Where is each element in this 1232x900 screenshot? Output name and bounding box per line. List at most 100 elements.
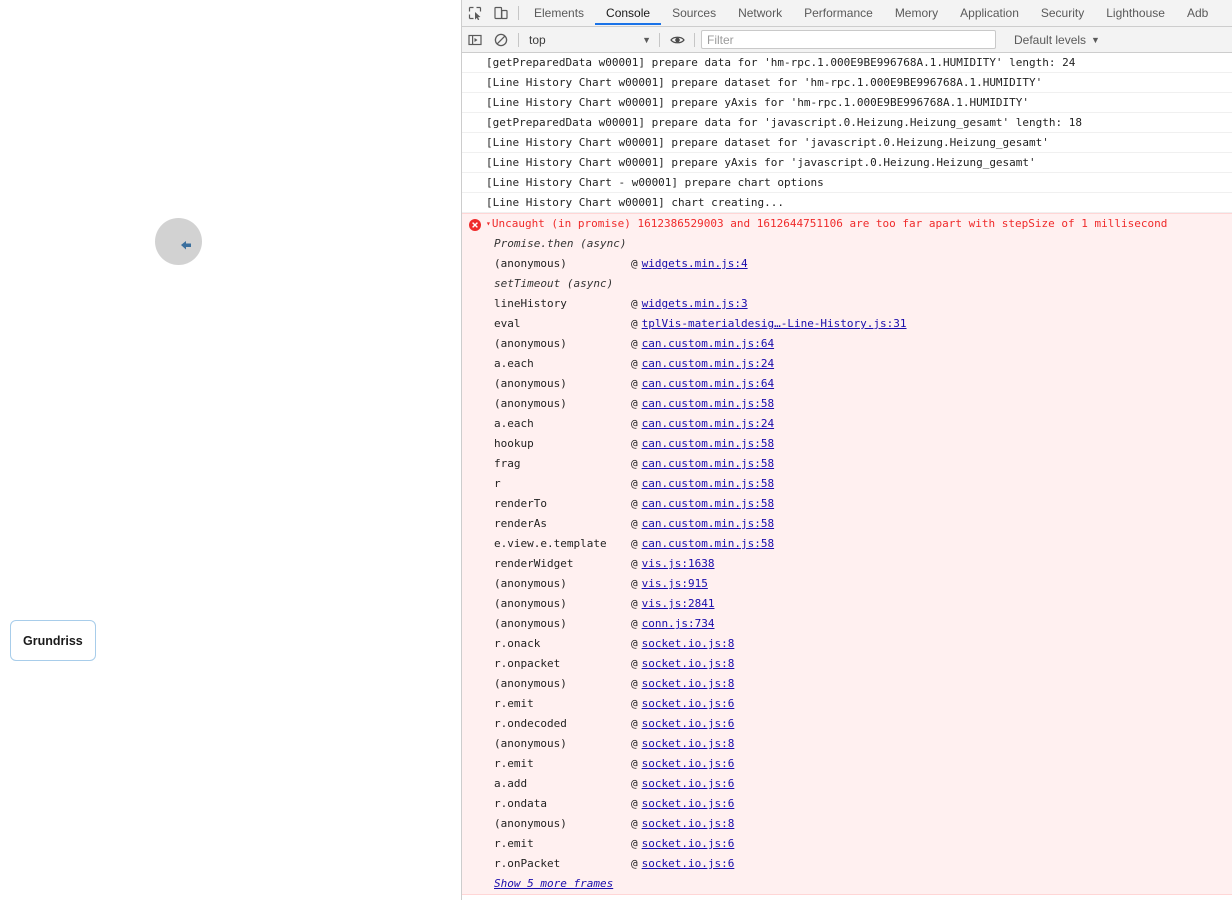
stack-frame-at: @	[631, 637, 638, 650]
stack-frame-link[interactable]: can.custom.min.js:58	[642, 494, 774, 514]
stack-frame-row: renderWidget @ vis.js:1638	[462, 554, 1232, 574]
stack-frame-link[interactable]: widgets.min.js:4	[642, 254, 748, 274]
stack-frame-row: a.each @ can.custom.min.js:24	[462, 414, 1232, 434]
tab-lighthouse[interactable]: Lighthouse	[1095, 0, 1176, 25]
stack-frame-link[interactable]: can.custom.min.js:24	[642, 354, 774, 374]
console-log-row: [Line History Chart w00001] chart creati…	[462, 193, 1232, 213]
error-message-text: Uncaught (in promise) 1612386529003 and …	[491, 217, 1168, 230]
stack-frame-link[interactable]: can.custom.min.js:64	[642, 374, 774, 394]
filter-divider-3	[694, 32, 695, 47]
stack-frame-link[interactable]: can.custom.min.js:58	[642, 454, 774, 474]
stack-frame-function: (anonymous)	[494, 377, 567, 390]
stack-frame-link[interactable]: can.custom.min.js:58	[642, 394, 774, 414]
stack-frame-at: @	[631, 677, 638, 690]
tab-label: Performance	[804, 5, 873, 20]
stack-frame-link[interactable]: widgets.min.js:3	[642, 294, 748, 314]
tab-label: Application	[960, 5, 1019, 20]
stack-frame-link[interactable]: vis.js:1638	[642, 554, 715, 574]
stack-frame-function: (anonymous)	[494, 257, 567, 270]
stack-frame-row: (anonymous) @ can.custom.min.js:64	[462, 374, 1232, 394]
stack-frame-link[interactable]: socket.io.js:8	[642, 734, 735, 754]
stack-frame-row: frag @ can.custom.min.js:58	[462, 454, 1232, 474]
stack-frame-function: (anonymous)	[494, 737, 567, 750]
stack-frame-link[interactable]: socket.io.js:8	[642, 674, 735, 694]
log-levels-value: Default levels	[1014, 32, 1087, 47]
filter-divider-1	[518, 32, 519, 47]
stack-frame-row: (anonymous) @ socket.io.js:8	[462, 674, 1232, 694]
tab-performance[interactable]: Performance	[793, 0, 884, 25]
stack-frame-at: @	[631, 657, 638, 670]
stack-frame-link[interactable]: can.custom.min.js:64	[642, 334, 774, 354]
stack-frame-link[interactable]: socket.io.js:6	[642, 854, 735, 874]
tab-elements[interactable]: Elements	[523, 0, 595, 25]
tab-application[interactable]: Application	[949, 0, 1030, 25]
stack-frame-function: lineHistory	[494, 297, 567, 310]
grundriss-button[interactable]: Grundriss	[10, 620, 96, 661]
stack-frame-link[interactable]: socket.io.js:6	[642, 774, 735, 794]
stack-frame-row: (anonymous) @ vis.js:2841	[462, 594, 1232, 614]
filter-input[interactable]	[701, 30, 996, 49]
chevron-down-icon: ▼	[1091, 34, 1100, 45]
expand-triangle-icon[interactable]: ▾	[486, 214, 491, 234]
error-message-row[interactable]: ▾Uncaught (in promise) 1612386529003 and…	[462, 214, 1232, 234]
live-expression-eye-icon[interactable]	[664, 27, 690, 52]
stack-frame-function: r.ondecoded	[494, 717, 567, 730]
stack-frame-link[interactable]: socket.io.js:8	[642, 814, 735, 834]
page-content-pane: Grundriss	[0, 0, 461, 900]
console-log-row: [Line History Chart - w00001] prepare ch…	[462, 173, 1232, 193]
stack-frame-function: r.ondata	[494, 797, 547, 810]
stack-frame-function: frag	[494, 457, 521, 470]
stack-frame-link[interactable]: can.custom.min.js:58	[642, 434, 774, 454]
stack-frame-function: renderWidget	[494, 557, 574, 570]
grundriss-button-label: Grundriss	[23, 633, 83, 648]
show-more-frames-link[interactable]: Show 5 more frames	[462, 874, 1232, 894]
stack-frame-link[interactable]: can.custom.min.js:58	[642, 514, 774, 534]
stack-frame-row: eval @ tplVis-materialdesig…-Line-Histor…	[462, 314, 1232, 334]
stack-frame-row: hookup @ can.custom.min.js:58	[462, 434, 1232, 454]
stack-frame-at: @	[631, 477, 638, 490]
stack-frame-link[interactable]: socket.io.js:6	[642, 694, 735, 714]
console-log-row: [Line History Chart w00001] prepare data…	[462, 133, 1232, 153]
stack-frame-function: r.emit	[494, 837, 534, 850]
device-toolbar-icon[interactable]	[488, 0, 514, 25]
stack-frame-at: @	[631, 517, 638, 530]
stack-frame-link[interactable]: socket.io.js:6	[642, 714, 735, 734]
tab-security[interactable]: Security	[1030, 0, 1095, 25]
toolbar-divider	[518, 6, 519, 20]
stack-frame-link[interactable]: tplVis-materialdesig…-Line-History.js:31	[642, 314, 907, 334]
stack-frame-row: r @ can.custom.min.js:58	[462, 474, 1232, 494]
stack-frame-at: @	[631, 717, 638, 730]
stack-frame-function: r.onack	[494, 637, 541, 650]
tab-sources[interactable]: Sources	[661, 0, 727, 25]
stack-frame-link[interactable]: can.custom.min.js:58	[642, 474, 774, 494]
stack-frame-link[interactable]: vis.js:2841	[642, 594, 715, 614]
stack-frame-link[interactable]: vis.js:915	[642, 574, 708, 594]
log-levels-select[interactable]: Default levels ▼	[1008, 30, 1106, 49]
tab-adb[interactable]: Adb	[1176, 0, 1219, 25]
inspect-element-icon[interactable]	[462, 0, 488, 25]
stack-frame-row: renderAs @ can.custom.min.js:58	[462, 514, 1232, 534]
stack-frame-at: @	[631, 377, 638, 390]
tab-network[interactable]: Network	[727, 0, 793, 25]
tab-label: Adb	[1186, 5, 1209, 20]
tab-console[interactable]: Console	[595, 0, 662, 25]
stack-frame-link[interactable]: socket.io.js:8	[642, 654, 735, 674]
loading-widget-circle	[155, 218, 202, 265]
stack-frame-row: (anonymous) @ socket.io.js:8	[462, 814, 1232, 834]
stack-frame-link[interactable]: socket.io.js:6	[642, 754, 735, 774]
stack-frame-link[interactable]: socket.io.js:6	[642, 794, 735, 814]
console-sidebar-icon[interactable]	[462, 27, 488, 52]
stack-frame-link[interactable]: conn.js:734	[642, 614, 715, 634]
tab-memory[interactable]: Memory	[884, 0, 949, 25]
console-filter-toolbar: top ▼ Default levels ▼	[462, 27, 1232, 53]
stack-frame-link[interactable]: can.custom.min.js:24	[642, 414, 774, 434]
stack-frame-function: hookup	[494, 437, 534, 450]
stack-frame-link[interactable]: socket.io.js:6	[642, 834, 735, 854]
stack-frame-row: lineHistory @ widgets.min.js:3	[462, 294, 1232, 314]
stack-frame-link[interactable]: can.custom.min.js:58	[642, 534, 774, 554]
stack-frame-link[interactable]: socket.io.js:8	[642, 634, 735, 654]
console-output[interactable]: [getPreparedData w00001] prepare data fo…	[462, 53, 1232, 900]
execution-context-select[interactable]: top ▼	[523, 30, 655, 49]
clear-console-icon[interactable]	[488, 27, 514, 52]
stack-frame-function: (anonymous)	[494, 677, 567, 690]
